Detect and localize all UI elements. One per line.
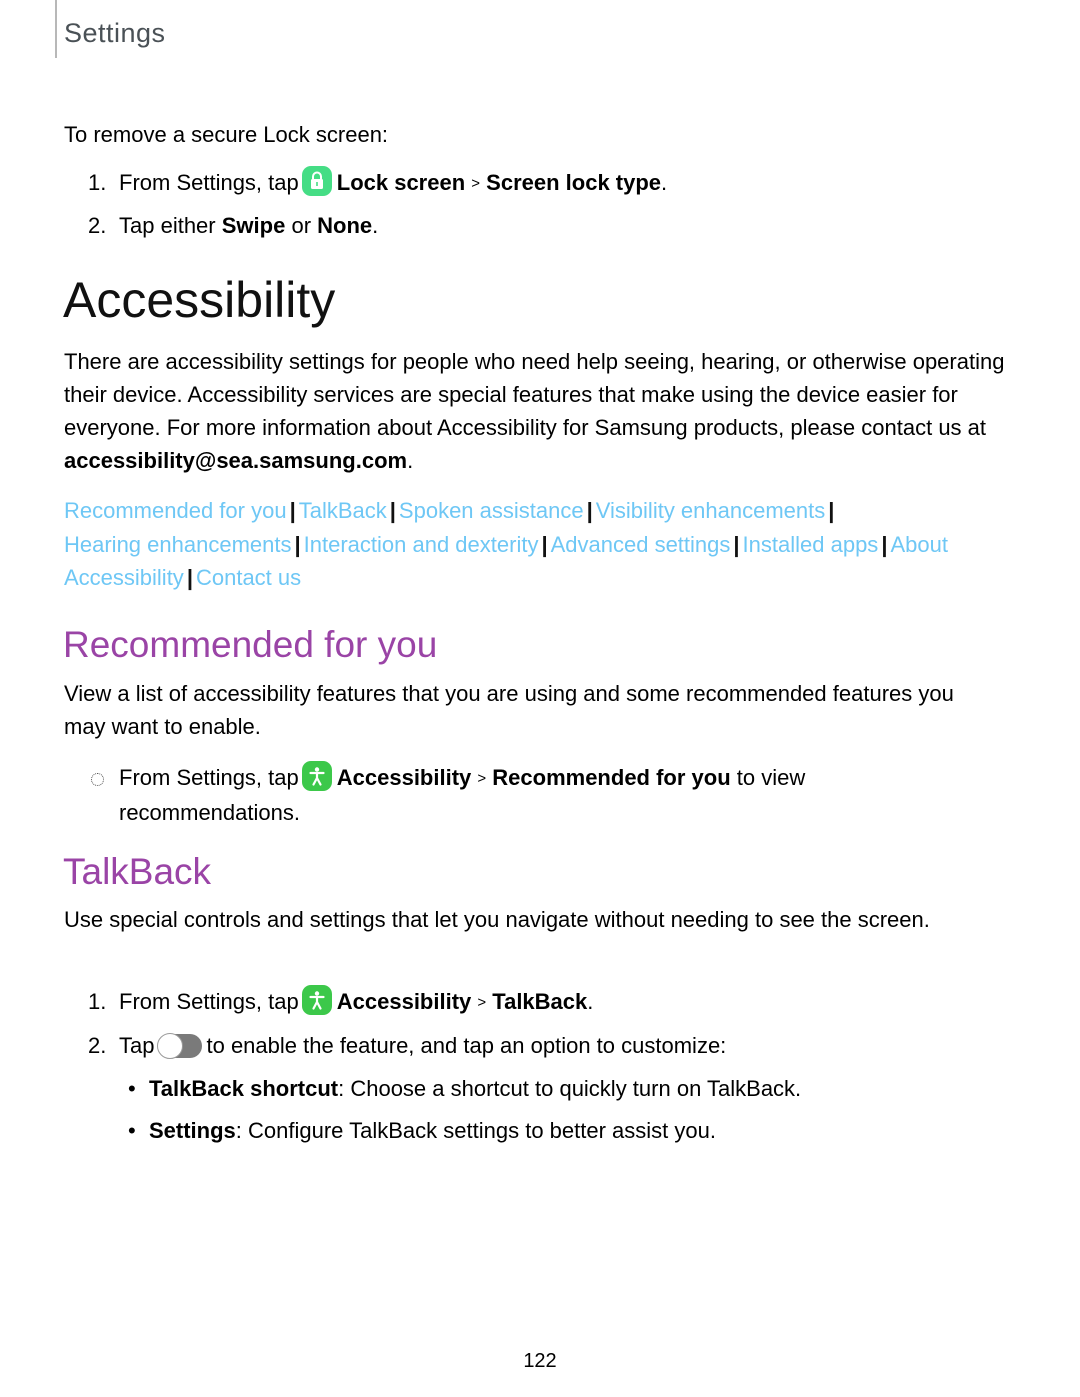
link-separator: | bbox=[733, 531, 740, 557]
step-text: From Settings, tap bbox=[119, 765, 299, 790]
section-header: Settings bbox=[64, 18, 166, 48]
link-talkback[interactable]: TalkBack bbox=[299, 498, 387, 523]
breadcrumb-separator: > bbox=[477, 994, 487, 1011]
step-text: or bbox=[291, 213, 312, 238]
bullet: • bbox=[128, 1076, 136, 1101]
talkback-heading: TalkBack bbox=[63, 851, 212, 892]
talkback-label: TalkBack bbox=[492, 989, 588, 1014]
none-label: None bbox=[317, 213, 373, 238]
talkback-description: Use special controls and settings that l… bbox=[64, 907, 930, 932]
link-separator: | bbox=[186, 565, 193, 590]
accessibility-description: There are accessibility settings for peo… bbox=[64, 345, 1014, 477]
accessibility-icon bbox=[301, 761, 332, 791]
description-text: There are accessibility settings for peo… bbox=[64, 349, 1005, 440]
link-separator: | bbox=[541, 531, 548, 557]
option-text: : Choose a shortcut to quickly turn on T… bbox=[338, 1076, 802, 1101]
lock-intro: To remove a secure Lock screen: bbox=[64, 122, 389, 147]
step-number: 2. bbox=[88, 1033, 107, 1058]
option-label: TalkBack shortcut bbox=[149, 1076, 339, 1101]
link-interaction-and-dexterity[interactable]: Interaction and dexterity bbox=[304, 532, 539, 557]
step-text: From Settings, tap bbox=[119, 989, 299, 1014]
link-visibility-enhancements[interactable]: Visibility enhancements bbox=[596, 498, 826, 523]
link-contact-us[interactable]: Contact us bbox=[196, 565, 301, 590]
accessibility-label: Accessibility bbox=[336, 765, 472, 790]
recommended-step-continued: recommendations. bbox=[119, 800, 300, 825]
link-spoken-assistance[interactable]: Spoken assistance bbox=[399, 498, 584, 523]
accessibility-links: Recommended for you | TalkBack | Spoken assi… bbox=[64, 494, 984, 595]
link-advanced-settings[interactable]: Advanced settings bbox=[551, 532, 731, 557]
talkback-option-settings: • Settings: Configure TalkBack settings t… bbox=[128, 1114, 716, 1147]
link-separator: | bbox=[586, 498, 593, 523]
recommended-label: Recommended for you bbox=[492, 765, 731, 790]
lock-icon bbox=[301, 166, 332, 196]
link-recommended-for-you[interactable]: Recommended for you bbox=[64, 498, 287, 523]
header-divider bbox=[55, 0, 57, 58]
option-text: : Configure TalkBack settings to better … bbox=[235, 1118, 716, 1143]
punctuation: . bbox=[587, 989, 594, 1014]
link-hearing-enhancements[interactable]: Hearing enhancements bbox=[64, 532, 291, 557]
page-number: 122 bbox=[523, 1350, 557, 1372]
bullet-icon bbox=[91, 773, 104, 786]
recommended-description: View a list of accessibility features th… bbox=[64, 681, 954, 739]
talkback-option-shortcut: • TalkBack shortcut: Choose a shortcut to… bbox=[128, 1072, 801, 1105]
swipe-label: Swipe bbox=[221, 213, 286, 238]
accessibility-label: Accessibility bbox=[336, 989, 472, 1014]
toggle-icon bbox=[157, 1033, 203, 1059]
step-text: to enable the feature, and tap an option… bbox=[206, 1033, 727, 1058]
breadcrumb-separator: > bbox=[471, 175, 481, 192]
step-text: From Settings, tap bbox=[119, 170, 299, 195]
accessibility-icon bbox=[301, 985, 332, 1015]
step-number: 1. bbox=[88, 989, 107, 1014]
step-text: to view bbox=[736, 765, 806, 790]
step-text: Tap either bbox=[119, 213, 216, 238]
lock-step-2: 2. Tap either Swipe or None. bbox=[88, 209, 378, 242]
step-number: 1. bbox=[88, 170, 107, 195]
screen-lock-type-label: Screen lock type bbox=[486, 170, 662, 195]
bullet: • bbox=[128, 1118, 136, 1143]
link-separator: | bbox=[881, 531, 888, 557]
talkback-step-1: 1. From Settings, tap Accessibility > Tal… bbox=[88, 985, 593, 1019]
talkback-step-2: 2. Tap to enable the feature, and tap an … bbox=[88, 1029, 726, 1062]
breadcrumb-separator: > bbox=[477, 770, 487, 787]
link-separator: | bbox=[294, 531, 301, 557]
link-installed-apps[interactable]: Installed apps bbox=[743, 532, 879, 557]
link-separator: | bbox=[289, 498, 296, 523]
lock-screen-label: Lock screen bbox=[336, 170, 466, 195]
page-title: Accessibility bbox=[63, 272, 336, 328]
punctuation: . bbox=[372, 213, 379, 238]
punctuation: . bbox=[407, 448, 414, 473]
recommended-step: From Settings, tap Accessibility > Recomm… bbox=[119, 761, 805, 795]
link-separator: | bbox=[389, 498, 396, 523]
link-separator: | bbox=[828, 498, 835, 523]
toggle-knob bbox=[157, 1033, 184, 1059]
lock-step-1: 1. From Settings, tap Lock screen > Scree… bbox=[88, 166, 667, 200]
option-label: Settings bbox=[149, 1118, 236, 1143]
contact-email[interactable]: accessibility@sea.samsung.com bbox=[64, 448, 407, 473]
recommended-heading: Recommended for you bbox=[63, 624, 438, 665]
step-number: 2. bbox=[88, 213, 107, 238]
punctuation: . bbox=[661, 170, 668, 195]
step-text: Tap bbox=[119, 1033, 155, 1058]
